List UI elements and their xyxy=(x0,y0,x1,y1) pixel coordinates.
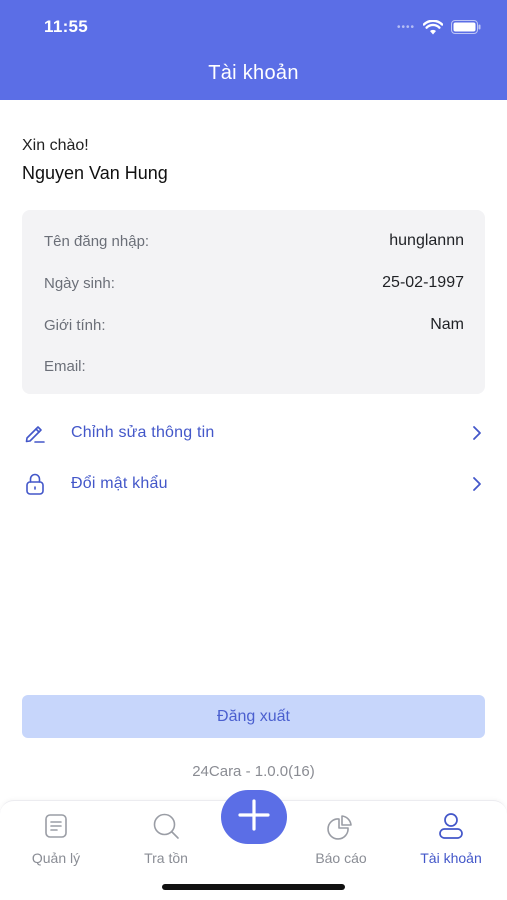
pie-chart-icon xyxy=(291,811,391,841)
user-full-name: Nguyen Van Hung xyxy=(22,163,168,183)
menu-item-label: Chỉnh sửa thông tin xyxy=(71,424,215,441)
tab-label: Báo cáo xyxy=(315,850,367,866)
app-version: 24Cara - 1.0.0(16) xyxy=(192,763,315,780)
info-value: 25-02-1997 xyxy=(382,274,464,291)
account-info-card: Tên đăng nhập: hunglannn Ngày sinh: 25-0… xyxy=(22,210,485,394)
info-row-username: Tên đăng nhập: hunglannn xyxy=(44,229,464,253)
chevron-right-icon xyxy=(469,424,485,442)
add-button[interactable] xyxy=(221,790,287,844)
info-row-email: Email: xyxy=(44,354,464,378)
info-label: Ngày sinh: xyxy=(44,274,115,292)
status-time: 11:55 xyxy=(44,17,89,36)
lock-icon xyxy=(22,472,48,496)
info-label: Giới tính: xyxy=(44,316,106,334)
tab-label: Quản lý xyxy=(31,850,81,866)
change-password-item[interactable]: Đổi mật khẩu xyxy=(22,468,485,500)
page-title: Tài khoản xyxy=(208,62,299,84)
tab-label: Tài khoản xyxy=(420,850,482,866)
logout-button[interactable]: Đăng xuất xyxy=(22,695,485,738)
signal-dots-icon: •••• xyxy=(396,21,415,33)
tab-manage[interactable]: Quản lý xyxy=(6,811,106,866)
status-icons: •••• xyxy=(397,17,481,37)
list-document-icon xyxy=(6,811,106,841)
info-value: hunglannn xyxy=(389,232,464,249)
info-row-gender: Giới tính: Nam xyxy=(44,313,464,337)
tab-label: Tra tồn xyxy=(144,850,188,866)
wifi-icon xyxy=(423,19,443,35)
tab-stock-lookup[interactable]: Tra tồn xyxy=(116,811,216,866)
tab-reports[interactable]: Báo cáo xyxy=(291,811,391,866)
home-indicator xyxy=(162,884,345,890)
info-label: Email: xyxy=(44,357,86,375)
user-icon xyxy=(401,811,501,841)
greeting-text: Xin chào! xyxy=(22,137,89,154)
menu-item-label: Đổi mật khẩu xyxy=(71,475,168,492)
info-label: Tên đăng nhập: xyxy=(44,232,150,250)
plus-icon xyxy=(237,798,271,837)
chevron-right-icon xyxy=(469,475,485,493)
search-icon xyxy=(116,811,216,841)
pencil-icon xyxy=(22,421,48,445)
battery-icon xyxy=(451,20,481,34)
edit-profile-item[interactable]: Chỉnh sửa thông tin xyxy=(22,417,485,449)
info-value: Nam xyxy=(430,316,464,333)
tab-account[interactable]: Tài khoản xyxy=(401,811,501,866)
info-row-birthday: Ngày sinh: 25-02-1997 xyxy=(44,271,464,295)
app-header: 11:55 •••• Tài khoản xyxy=(0,0,507,100)
